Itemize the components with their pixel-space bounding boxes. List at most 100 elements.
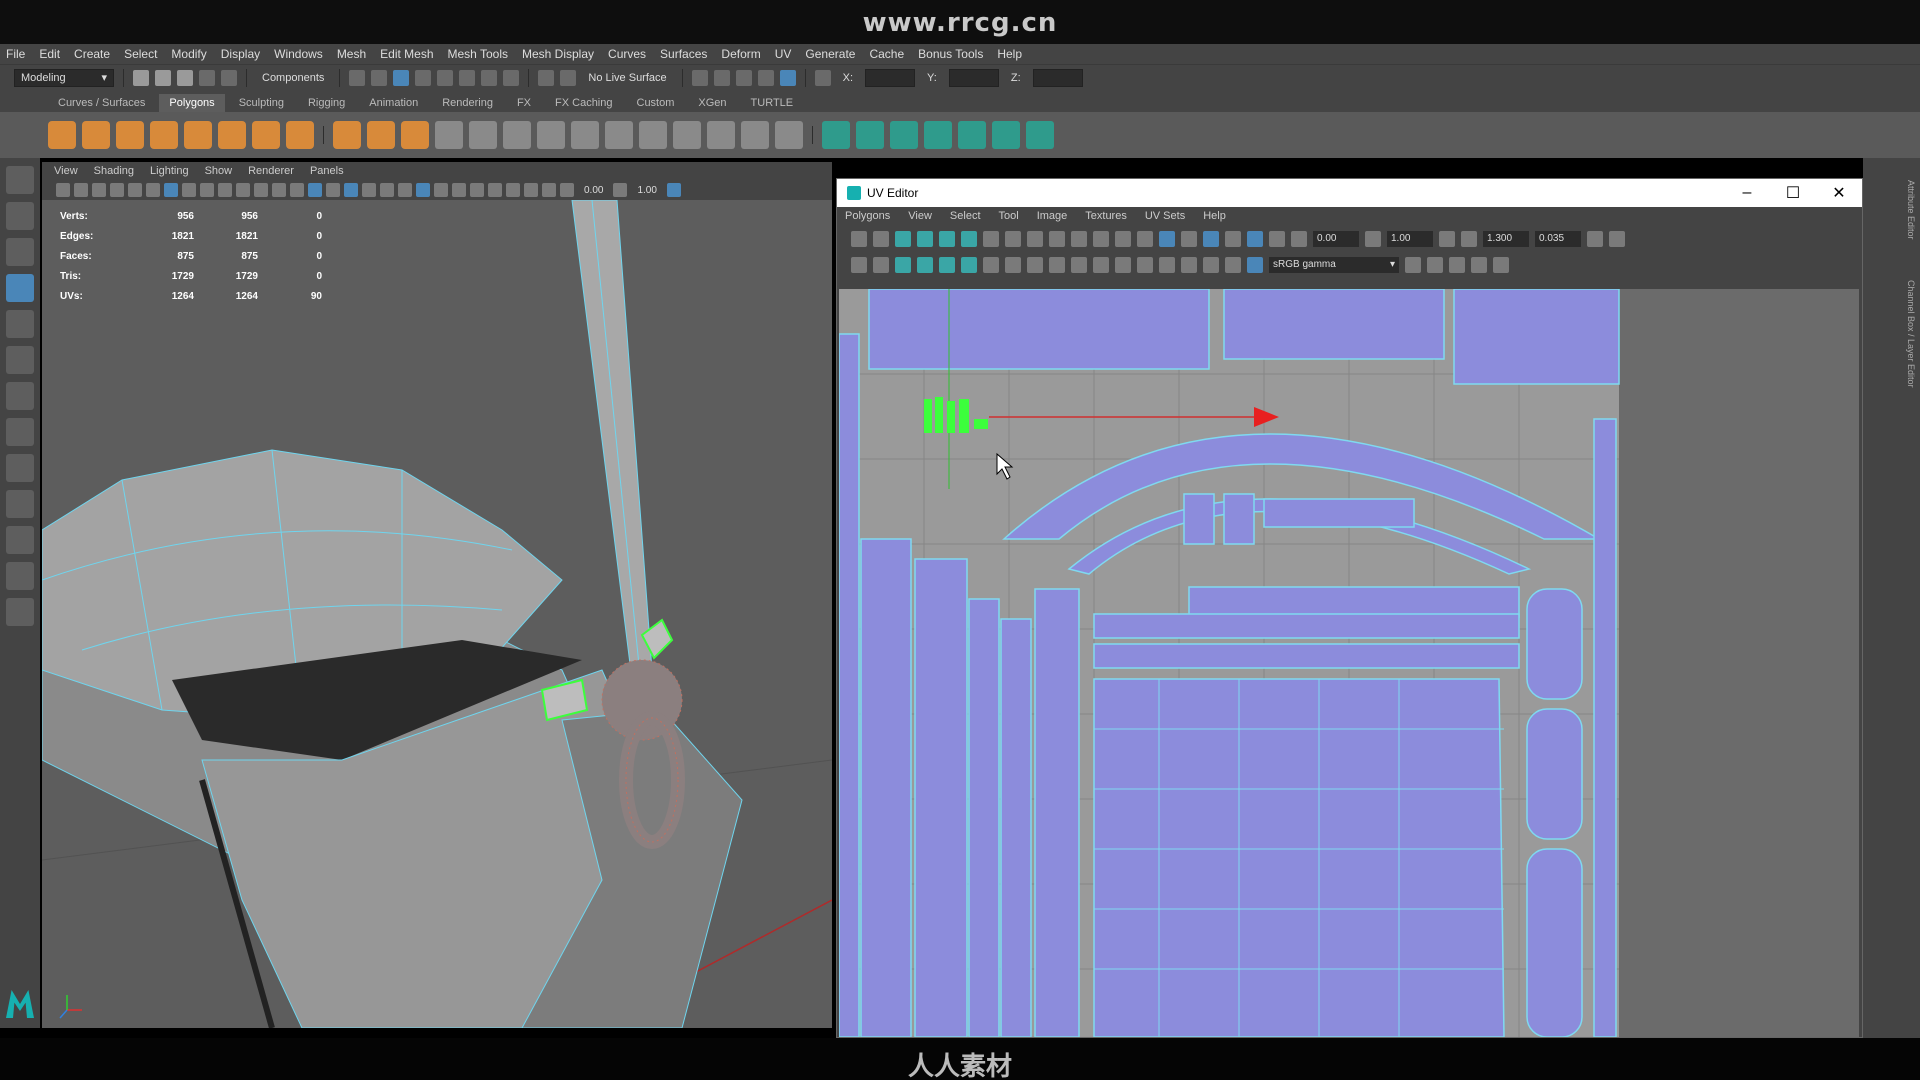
tab-fx[interactable]: FX [507, 94, 541, 112]
layout-outliner-icon[interactable] [6, 526, 34, 554]
paste-uvs-icon[interactable] [1471, 257, 1487, 273]
uv-editor-icon[interactable] [1026, 121, 1054, 149]
optimize-icon[interactable] [1005, 231, 1021, 247]
menu-generate[interactable]: Generate [805, 47, 855, 61]
default-material-icon[interactable] [326, 183, 340, 197]
settings-icon[interactable] [1609, 231, 1625, 247]
flip-v-icon[interactable] [873, 231, 889, 247]
smooth-icon[interactable] [435, 121, 463, 149]
tab-xgen[interactable]: XGen [688, 94, 736, 112]
extrude-icon[interactable] [503, 121, 531, 149]
insert-edge-loop-icon[interactable] [775, 121, 803, 149]
textured-icon[interactable] [362, 183, 376, 197]
tab-custom[interactable]: Custom [627, 94, 685, 112]
distribute-icon[interactable] [1137, 231, 1153, 247]
vp-menu-shading[interactable]: Shading [94, 165, 134, 177]
target-weld-icon[interactable] [639, 121, 667, 149]
vp-menu-panels[interactable]: Panels [310, 165, 344, 177]
shell-border-icon[interactable] [917, 257, 933, 273]
uv-spherical-icon[interactable] [890, 121, 918, 149]
color-management-icon[interactable] [1247, 257, 1263, 273]
menu-modify[interactable]: Modify [171, 47, 206, 61]
lock-icon[interactable] [503, 69, 520, 86]
frame-all-icon[interactable] [1427, 257, 1443, 273]
uv-menu-tool[interactable]: Tool [999, 210, 1019, 222]
select-border-icon[interactable] [873, 257, 889, 273]
uv-menu-textures[interactable]: Textures [1085, 210, 1127, 222]
gamma-icon[interactable] [613, 183, 628, 197]
pixel-snap-icon[interactable] [1225, 231, 1241, 247]
uv-automatic-icon[interactable] [924, 121, 952, 149]
new-scene-icon[interactable] [133, 69, 149, 86]
tab-turtle[interactable]: TURTLE [741, 94, 804, 112]
ipr-render-icon[interactable] [735, 69, 752, 86]
tab-curves-surfaces[interactable]: Curves / Surfaces [48, 94, 155, 112]
menu-display[interactable]: Display [221, 47, 260, 61]
vp-menu-view[interactable]: View [54, 165, 78, 177]
bookmark-icon[interactable] [92, 183, 106, 197]
color-space-dropdown[interactable]: sRGB gamma ▾ [1269, 257, 1399, 273]
tab-fx-caching[interactable]: FX Caching [545, 94, 622, 112]
poly-cone-icon[interactable] [150, 121, 178, 149]
snap-curve-icon[interactable] [437, 69, 454, 86]
orient-shells-icon[interactable] [1049, 257, 1065, 273]
transform-mode-icon[interactable] [814, 69, 831, 86]
checker-map-icon[interactable] [1159, 231, 1175, 247]
poly-pipe-icon[interactable] [286, 121, 314, 149]
uv-menu-polygons[interactable]: Polygons [845, 210, 890, 222]
uv-menu-help[interactable]: Help [1203, 210, 1226, 222]
wireframe-icon[interactable] [290, 183, 304, 197]
vp-menu-renderer[interactable]: Renderer [248, 165, 294, 177]
gather-shells-icon[interactable] [1115, 257, 1131, 273]
append-polygon-icon[interactable] [707, 121, 735, 149]
align-max-u-icon[interactable] [1093, 231, 1109, 247]
open-scene-icon[interactable] [155, 69, 171, 86]
copy-uvs-icon[interactable] [1449, 257, 1465, 273]
layout-two-icon[interactable] [6, 490, 34, 518]
rotate-ccw-icon[interactable] [983, 257, 999, 273]
vp-menu-show[interactable]: Show [205, 165, 233, 177]
menu-bonus-tools[interactable]: Bonus Tools [918, 47, 983, 61]
tab-rigging[interactable]: Rigging [298, 94, 355, 112]
maximize-icon[interactable]: ☐ [1770, 183, 1816, 203]
2d-pan-icon[interactable] [128, 183, 142, 197]
tab-polygons[interactable]: Polygons [159, 94, 225, 112]
move-tool-icon[interactable] [6, 274, 34, 302]
split-uv-icon[interactable] [939, 231, 955, 247]
tab-sculpting[interactable]: Sculpting [229, 94, 294, 112]
rotate-cw-icon[interactable] [1005, 257, 1021, 273]
display-image-icon[interactable] [1247, 231, 1263, 247]
gamma-icon[interactable] [1365, 231, 1381, 247]
select-object-icon[interactable] [371, 69, 388, 86]
bridge-icon[interactable] [537, 121, 565, 149]
rgb-channels-icon[interactable] [1203, 257, 1219, 273]
uv-menu-image[interactable]: Image [1037, 210, 1068, 222]
tab-animation[interactable]: Animation [359, 94, 428, 112]
menu-cache[interactable]: Cache [869, 47, 904, 61]
scale-uv-icon[interactable] [1461, 231, 1477, 247]
poly-sphere-icon[interactable] [48, 121, 76, 149]
save-scene-icon[interactable] [177, 69, 193, 86]
smooth-shade-icon[interactable] [308, 183, 322, 197]
field-chart-icon[interactable] [236, 183, 250, 197]
x-field[interactable] [865, 68, 916, 87]
bevel-icon[interactable] [571, 121, 599, 149]
uv-value-a-field[interactable]: 1.300 [1483, 231, 1529, 247]
grid-icon[interactable] [1203, 231, 1219, 247]
attribute-editor-tab[interactable]: Attribute Editor [1906, 180, 1916, 240]
live-surface-label[interactable]: No Live Surface [588, 72, 666, 84]
menu-curves[interactable]: Curves [608, 47, 646, 61]
y-field[interactable] [948, 68, 999, 87]
layout-single-icon[interactable] [6, 418, 34, 446]
film-gate-icon[interactable] [182, 183, 196, 197]
uv-planar-icon[interactable] [822, 121, 850, 149]
cut-uv-icon[interactable] [895, 231, 911, 247]
uv-editor-titlebar[interactable]: UV Editor – ☐ ✕ [837, 179, 1862, 207]
poly-plane-icon[interactable] [184, 121, 212, 149]
uv-menu-view[interactable]: View [908, 210, 932, 222]
gate-mask-icon[interactable] [218, 183, 232, 197]
select-hierarchy-icon[interactable] [349, 69, 366, 86]
menu-file[interactable]: File [6, 47, 25, 61]
menu-help[interactable]: Help [997, 47, 1022, 61]
exposure-icon[interactable] [1291, 231, 1307, 247]
